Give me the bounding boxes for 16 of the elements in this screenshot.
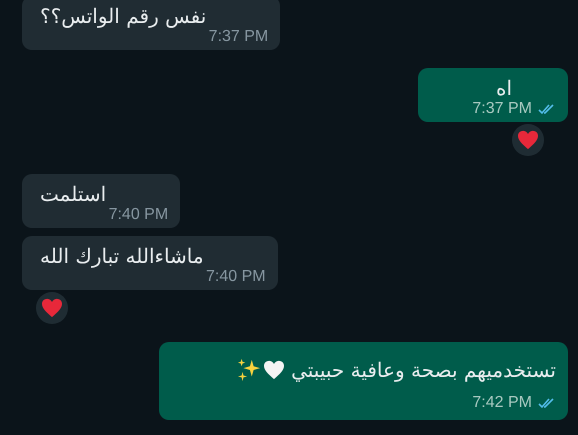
heart-icon <box>41 298 63 318</box>
message-time: 7:37 PM <box>472 100 532 118</box>
sparkles-icon <box>237 358 262 382</box>
heart-reaction[interactable] <box>36 292 68 324</box>
message-text: ماشاءالله تبارك الله <box>40 243 204 270</box>
message-time: 7:40 PM <box>206 268 266 286</box>
message-text: اه <box>496 75 512 102</box>
heart-icon <box>263 360 286 380</box>
message-time: 7:37 PM <box>208 28 268 46</box>
heart-icon <box>517 130 539 150</box>
message-text: نفس رقم الواتس؟؟ <box>40 3 206 30</box>
heart-reaction[interactable] <box>512 124 544 156</box>
message-time: 7:42 PM <box>472 394 532 412</box>
message-time: 7:40 PM <box>108 206 168 224</box>
message-text: استلمت <box>40 181 106 208</box>
message-text: تستخدميهم بصحة وعافية حبيبتي <box>291 357 556 384</box>
